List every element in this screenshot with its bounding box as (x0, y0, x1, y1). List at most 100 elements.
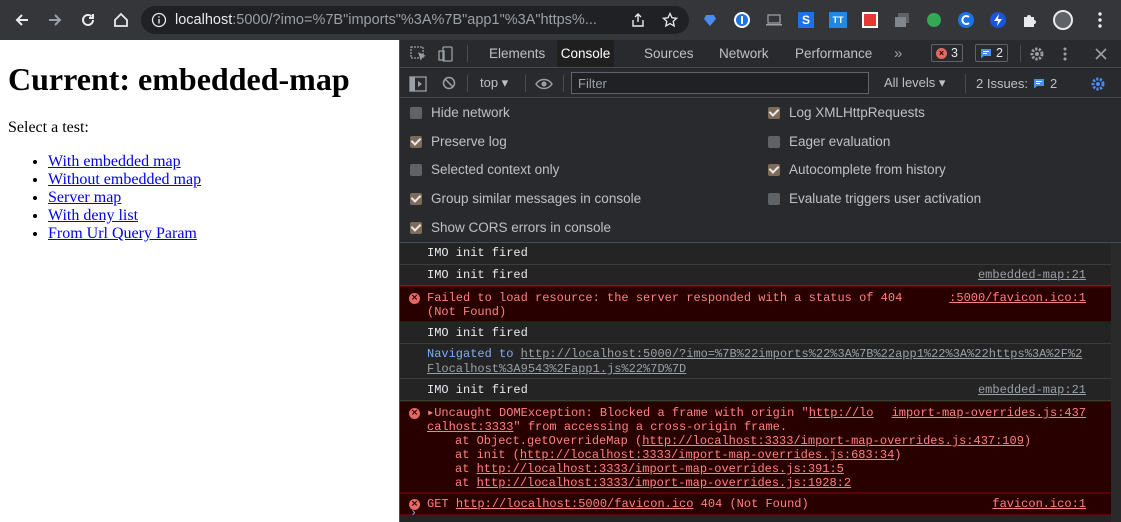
selected-context-setting[interactable]: Selected context only (410, 162, 559, 177)
url-text[interactable]: localhost:5000/?imo=%7B"imports"%3A%7B"a… (175, 12, 621, 28)
log-levels-dropdown[interactable]: All levels ▾ (884, 75, 945, 91)
tab-group-icon[interactable] (892, 10, 912, 30)
group-similar-checkbox[interactable] (410, 192, 422, 205)
sidebar-toggle-icon[interactable] (409, 76, 427, 92)
frame-prefix: at Object.getOverrideMap ( (455, 434, 643, 448)
gear-icon[interactable] (1029, 46, 1045, 62)
kebab-menu-icon[interactable] (1090, 10, 1110, 30)
origin-link[interactable]: http://lo (809, 406, 874, 420)
green-extension-icon[interactable] (924, 10, 944, 30)
source-link[interactable]: favicon.ico:1 (992, 497, 1086, 512)
show-cors-setting[interactable]: Show CORS errors in console (410, 220, 611, 235)
tt-extension-icon[interactable]: TT (828, 10, 848, 30)
devtools-menu-icon[interactable] (1062, 46, 1068, 62)
preserve-log-setting[interactable]: Preserve log (410, 134, 507, 149)
eager-evaluation-checkbox[interactable] (768, 135, 780, 148)
source-link[interactable]: embedded-map:21 (978, 268, 1086, 283)
console-prompt-arrow[interactable]: › (410, 506, 417, 521)
autocomplete-checkbox[interactable] (768, 163, 780, 176)
eye-icon[interactable] (535, 76, 553, 92)
navigated-url-cont[interactable]: Flocalhost%3A9543%2Fapp1.js%22%7D%7D (427, 362, 686, 377)
device-toolbar-icon[interactable] (438, 46, 456, 62)
selected-context-checkbox[interactable] (410, 163, 422, 176)
forward-button[interactable] (40, 5, 70, 35)
stack-frame: at http://localhost:3333/import-map-over… (455, 462, 844, 477)
link-with-deny-list[interactable]: With deny list (48, 207, 138, 224)
frame-link[interactable]: http://localhost:3333/import-map-overrid… (477, 476, 851, 490)
error-text-line1[interactable]: ▸Uncaught DOMException: Blocked a frame … (427, 406, 874, 421)
source-link[interactable]: :5000/favicon.ico:1 (949, 291, 1086, 306)
avatar[interactable] (1052, 9, 1074, 31)
autocomplete-setting[interactable]: Autocomplete from history (768, 162, 946, 177)
hide-network-setting[interactable]: Hide network (410, 105, 510, 120)
divider (467, 45, 468, 62)
frame-link[interactable]: http://localhost:3333/import-map-overrid… (520, 448, 894, 462)
error-icon: × (936, 47, 947, 59)
hide-network-checkbox[interactable] (410, 106, 422, 119)
show-cors-checkbox[interactable] (410, 221, 422, 234)
origin-link-cont[interactable]: calhost:3333 (427, 420, 513, 434)
evaluate-triggers-checkbox[interactable] (768, 192, 780, 205)
console-messages: IMO init fired IMO init fired embedded-m… (400, 243, 1121, 522)
filter-input[interactable] (571, 72, 869, 94)
message-count: 2 (996, 46, 1003, 60)
navigation-text: Navigated to http://localhost:5000/?imo=… (427, 347, 1082, 362)
group-similar-setting[interactable]: Group similar messages in console (410, 191, 641, 206)
request-url[interactable]: http://localhost:5000/favicon.ico (456, 497, 694, 511)
puzzle-icon[interactable] (1020, 10, 1040, 30)
c-extension-icon[interactable] (956, 10, 976, 30)
red-extension-icon[interactable] (860, 10, 880, 30)
share-icon[interactable] (630, 12, 646, 28)
page-title: Current: embedded-map (8, 61, 350, 97)
evaluate-triggers-setting[interactable]: Evaluate triggers user activation (768, 191, 981, 206)
frame-link[interactable]: http://localhost:3333/import-map-overrid… (642, 434, 1024, 448)
browser-toolbar: localhost:5000/?imo=%7B"imports"%3A%7B"a… (0, 0, 1121, 40)
source-link[interactable]: import-map-overrides.js:437 (892, 406, 1086, 421)
preserve-log-checkbox[interactable] (410, 135, 422, 148)
tab-performance[interactable]: Performance (783, 40, 884, 67)
error-icon: × (409, 293, 420, 304)
console-settings-pane: Hide network Preserve log Selected conte… (400, 99, 1121, 243)
tab-console[interactable]: Console (557, 40, 614, 67)
stack-frame: at Object.getOverrideMap (http://localho… (455, 434, 1031, 449)
error-count-badge[interactable]: × 3 (931, 44, 963, 62)
message-count-badge[interactable]: 2 (975, 44, 1008, 62)
clear-console-icon[interactable] (442, 76, 456, 90)
reload-button[interactable] (73, 5, 103, 35)
home-button[interactable] (106, 5, 136, 35)
list-item: Server map (48, 189, 201, 207)
issues-button[interactable]: 2 Issues: 2 (965, 74, 1101, 93)
tab-sources[interactable]: Sources (632, 40, 706, 67)
link-server-map[interactable]: Server map (48, 189, 121, 206)
error-suffix: " from accessing a cross-origin frame. (513, 420, 788, 434)
info-icon[interactable] (151, 12, 167, 28)
log-xhr-checkbox[interactable] (768, 106, 780, 119)
close-icon[interactable] (1094, 46, 1108, 62)
more-tabs-button[interactable]: » (882, 40, 914, 67)
bolt-extension-icon[interactable] (988, 10, 1008, 30)
console-scrollbar[interactable] (1111, 243, 1121, 522)
link-from-url-query-param[interactable]: From Url Query Param (48, 225, 197, 242)
source-link[interactable]: embedded-map:21 (978, 383, 1086, 398)
password-manager-icon[interactable] (732, 10, 752, 30)
select-prompt: Select a test: (8, 119, 89, 136)
inspect-element-icon[interactable] (410, 46, 428, 62)
tab-elements[interactable]: Elements (477, 40, 557, 67)
address-bar[interactable]: localhost:5000/?imo=%7B"imports"%3A%7B"a… (141, 6, 689, 34)
context-selector[interactable]: top ▾ (480, 75, 508, 91)
tab-network[interactable]: Network (707, 40, 781, 67)
back-button[interactable] (7, 5, 37, 35)
frame-link[interactable]: http://localhost:3333/import-map-overrid… (477, 462, 844, 476)
navigated-url[interactable]: http://localhost:5000/?imo=%7B%22imports… (521, 347, 1083, 361)
log-xhr-setting[interactable]: Log XMLHttpRequests (768, 105, 925, 120)
laptop-icon[interactable] (764, 10, 784, 30)
link-without-embedded-map[interactable]: Without embedded map (48, 171, 201, 188)
gem-extension-icon[interactable] (700, 10, 720, 30)
eager-evaluation-setting[interactable]: Eager evaluation (768, 134, 890, 149)
arrow-left-icon (15, 14, 28, 26)
s-extension-icon[interactable]: S (796, 10, 816, 30)
link-with-embedded-map[interactable]: With embedded map (48, 153, 181, 170)
star-icon[interactable] (662, 12, 678, 28)
console-settings-gear-icon[interactable] (1090, 76, 1106, 92)
stack-frame: at http://localhost:3333/import-map-over… (455, 476, 851, 491)
